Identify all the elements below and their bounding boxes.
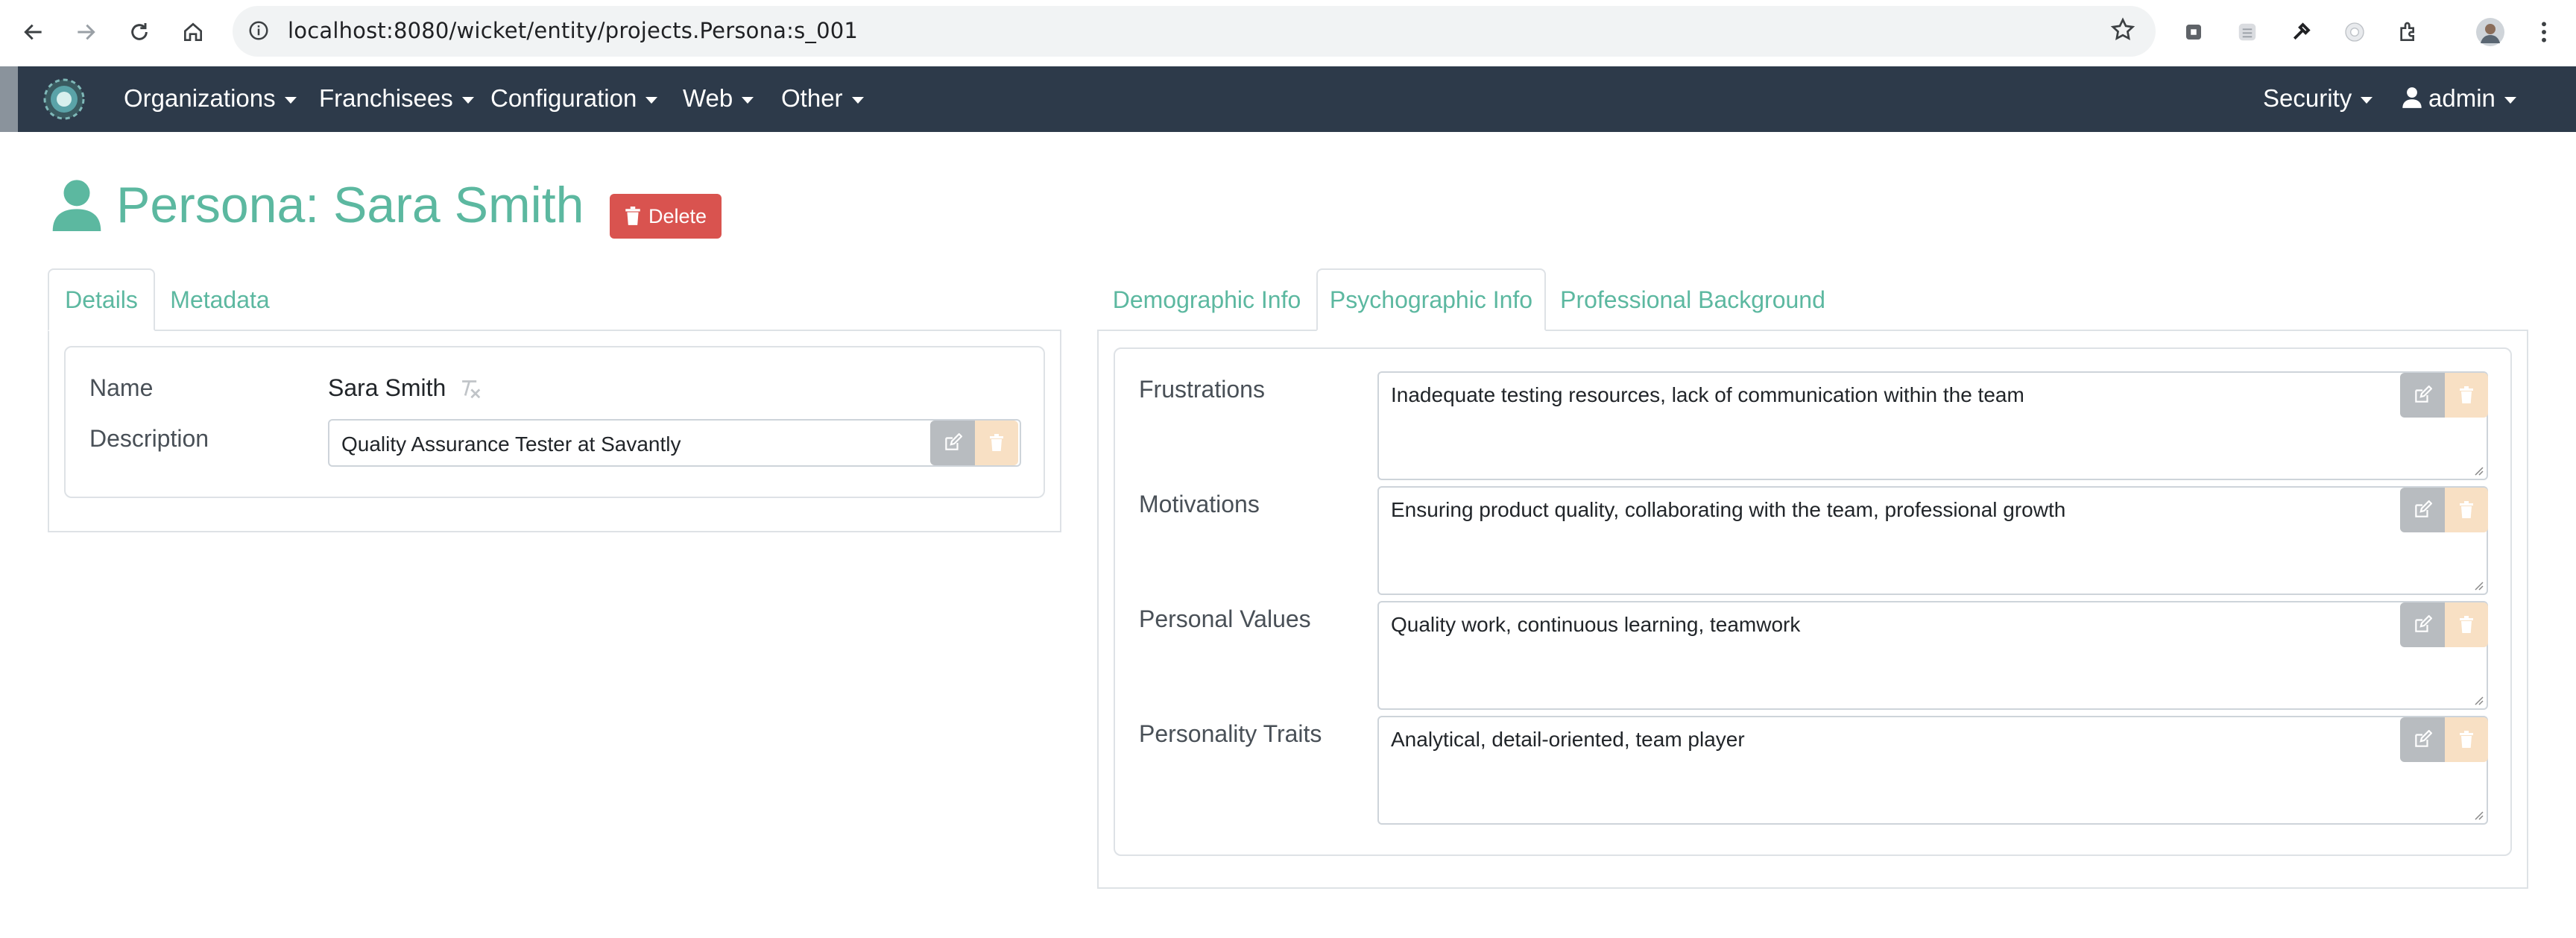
menu-franchisees[interactable]: Franchisees bbox=[319, 84, 474, 113]
trash-icon bbox=[2460, 616, 2473, 633]
delete-motivations-button[interactable] bbox=[2445, 488, 2488, 532]
delete-button[interactable]: Delete bbox=[610, 194, 722, 239]
edit-personal-values-button[interactable] bbox=[2400, 602, 2445, 647]
psychographic-panel: Frustrations Inadequate testing resource… bbox=[1097, 330, 2528, 889]
user-icon bbox=[2402, 87, 2422, 108]
delete-personal-values-button[interactable] bbox=[2445, 602, 2488, 647]
resize-handle-icon[interactable] bbox=[2473, 810, 2484, 820]
tab-psychographic-info[interactable]: Psychographic Info bbox=[1316, 268, 1546, 331]
trash-icon bbox=[2460, 731, 2473, 748]
navbar-edge bbox=[0, 66, 18, 132]
caret-down-icon bbox=[2504, 96, 2516, 104]
edit-frustrations-button[interactable] bbox=[2400, 373, 2445, 418]
forward-icon[interactable] bbox=[67, 13, 104, 51]
caret-down-icon bbox=[2361, 96, 2373, 104]
extension-circle-icon[interactable] bbox=[2336, 13, 2373, 51]
motivations-textarea[interactable]: Ensuring product quality, collaborating … bbox=[1377, 486, 2488, 595]
trash-icon bbox=[2460, 386, 2473, 403]
url-text: localhost:8080/wicket/entity/projects.Pe… bbox=[288, 18, 859, 43]
caret-down-icon bbox=[284, 96, 297, 104]
caret-down-icon bbox=[742, 96, 754, 104]
psychographic-card: Frustrations Inadequate testing resource… bbox=[1114, 347, 2512, 856]
delete-personality-traits-button[interactable] bbox=[2445, 717, 2488, 762]
name-value: Sara Smith bbox=[328, 374, 446, 401]
menu-user[interactable]: admin bbox=[2402, 84, 2516, 113]
page-title: Persona: Sara Smith bbox=[116, 177, 584, 233]
description-label: Description bbox=[89, 425, 209, 452]
delete-description-button[interactable] bbox=[975, 421, 1018, 465]
frustrations-textarea[interactable]: Inadequate testing resources, lack of co… bbox=[1377, 371, 2488, 480]
tab-professional-background[interactable]: Professional Background bbox=[1547, 268, 1838, 331]
personality-traits-textarea[interactable]: Analytical, detail-oriented, team player bbox=[1377, 716, 2488, 825]
browser-toolbar: localhost:8080/wicket/entity/projects.Pe… bbox=[0, 0, 2576, 66]
name-label: Name bbox=[89, 374, 154, 401]
menu-configuration[interactable]: Configuration bbox=[490, 84, 658, 113]
menu-web[interactable]: Web bbox=[683, 84, 754, 113]
extension-puzzle-alt-icon[interactable] bbox=[2175, 13, 2212, 51]
personal-values-textarea[interactable]: Quality work, continuous learning, teamw… bbox=[1377, 601, 2488, 710]
delete-frustrations-button[interactable] bbox=[2445, 373, 2488, 418]
trash-icon bbox=[990, 434, 1003, 451]
edit-icon bbox=[2415, 615, 2432, 632]
details-panel: Name Sara Smith Description Quality Assu… bbox=[48, 330, 1061, 532]
persona-user-icon bbox=[52, 179, 101, 235]
tab-metadata[interactable]: Metadata bbox=[157, 268, 283, 331]
personal-values-label: Personal Values bbox=[1139, 605, 1311, 632]
reload-icon[interactable] bbox=[121, 13, 158, 51]
profile-avatar-icon[interactable] bbox=[2472, 13, 2509, 51]
edit-motivations-button[interactable] bbox=[2400, 488, 2445, 532]
app-navbar: Organizations Franchisees Configuration … bbox=[0, 66, 2576, 132]
edit-personality-traits-button[interactable] bbox=[2400, 717, 2445, 762]
menu-other[interactable]: Other bbox=[781, 84, 864, 113]
browser-menu-icon[interactable] bbox=[2525, 13, 2563, 51]
edit-icon bbox=[2415, 385, 2432, 403]
edit-icon bbox=[2415, 500, 2432, 517]
resize-handle-icon[interactable] bbox=[2473, 580, 2484, 591]
edit-icon bbox=[945, 433, 962, 450]
site-info-icon[interactable] bbox=[247, 19, 270, 45]
menu-organizations[interactable]: Organizations bbox=[124, 84, 297, 113]
brand-logo[interactable] bbox=[42, 77, 86, 122]
description-field[interactable]: Quality Assurance Tester at Savantly bbox=[328, 419, 1021, 467]
personality-traits-label: Personality Traits bbox=[1139, 720, 1322, 747]
edit-icon bbox=[2415, 730, 2432, 747]
details-card: Name Sara Smith Description Quality Assu… bbox=[64, 346, 1045, 498]
clear-format-icon[interactable] bbox=[458, 377, 483, 403]
motivations-label: Motivations bbox=[1139, 491, 1260, 517]
trash-icon bbox=[625, 207, 640, 225]
home-icon[interactable] bbox=[174, 13, 212, 51]
resize-handle-icon[interactable] bbox=[2473, 695, 2484, 705]
back-icon[interactable] bbox=[15, 13, 52, 51]
extensions-puzzle-icon[interactable] bbox=[2390, 13, 2427, 51]
address-bar[interactable]: localhost:8080/wicket/entity/projects.Pe… bbox=[233, 6, 2156, 57]
eyedropper-icon[interactable] bbox=[2282, 13, 2320, 51]
caret-down-icon bbox=[645, 96, 658, 104]
tab-details[interactable]: Details bbox=[48, 268, 155, 331]
frustrations-label: Frustrations bbox=[1139, 376, 1265, 403]
caret-down-icon bbox=[851, 96, 864, 104]
resize-handle-icon[interactable] bbox=[2473, 465, 2484, 476]
edit-description-button[interactable] bbox=[930, 421, 975, 465]
tab-demographic-info[interactable]: Demographic Info bbox=[1099, 268, 1315, 331]
bookmark-star-icon[interactable] bbox=[2109, 16, 2136, 47]
trash-icon bbox=[2460, 501, 2473, 518]
menu-security[interactable]: Security bbox=[2263, 84, 2373, 113]
extension-grid-icon[interactable] bbox=[2229, 13, 2266, 51]
caret-down-icon bbox=[461, 96, 474, 104]
